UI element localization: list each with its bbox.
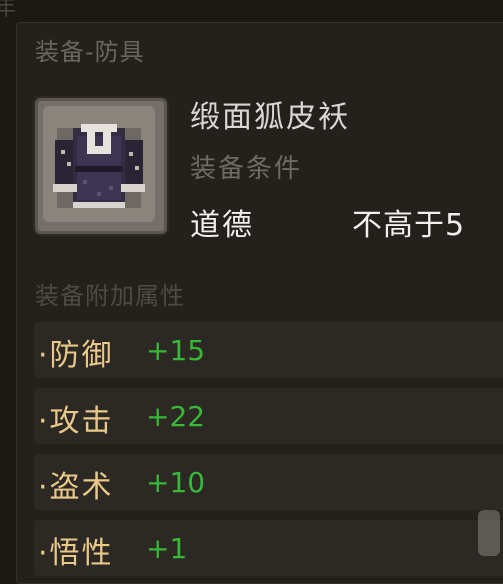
attribute-name: ·防御: [38, 338, 114, 373]
attribute-value: +1: [146, 532, 188, 565]
attribute-name: ·盗术: [38, 470, 114, 505]
attribute-name: ·攻击: [38, 404, 114, 439]
item-category: 装备-防具: [35, 38, 145, 66]
item-name: 缎面狐皮袄: [190, 100, 350, 135]
item-tooltip: 年 装备-防具 缎面狐皮袄 装备条件 道德 不高于5 装备附加属性 ·防御 +1…: [0, 0, 503, 584]
attributes-header: 装备附加属性: [35, 282, 185, 310]
item-slot[interactable]: [33, 96, 169, 236]
attribute-value: +22: [146, 400, 206, 433]
item-slot-inner: [43, 106, 155, 222]
scroll-handle[interactable]: [478, 510, 500, 556]
requirement-stat: 道德: [190, 208, 254, 243]
attribute-row: ·悟性 +1: [34, 520, 503, 576]
attribute-name: ·悟性: [38, 536, 114, 571]
attribute-value: +15: [146, 334, 206, 367]
attribute-value: +10: [146, 466, 206, 499]
requirement-value: 不高于5: [352, 208, 466, 243]
requirement-label: 装备条件: [190, 154, 303, 184]
corner-glyph: 年: [0, 0, 17, 21]
attribute-row: ·防御 +15: [34, 322, 503, 378]
attribute-row: ·盗术 +10: [34, 454, 503, 510]
attribute-row: ·攻击 +22: [34, 388, 503, 444]
robe-icon: [53, 124, 145, 208]
